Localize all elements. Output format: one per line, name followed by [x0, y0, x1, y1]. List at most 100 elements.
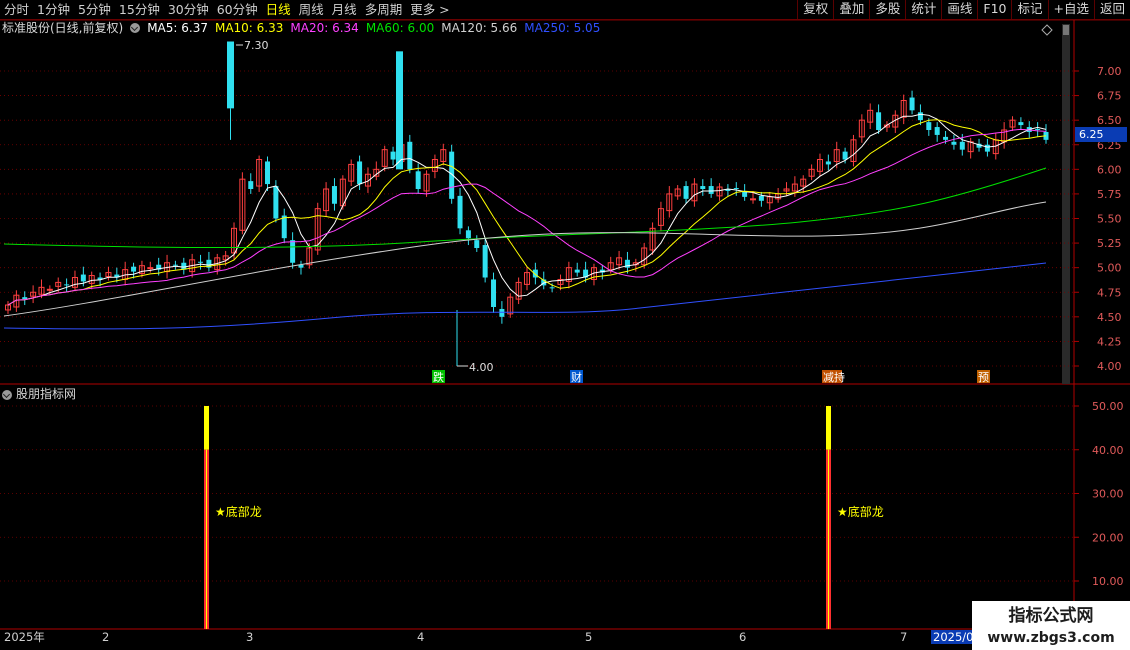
candle-body-down — [926, 122, 932, 130]
event-marker-label-0: 跌 — [433, 370, 444, 384]
y-axis-label-9: 4.75 — [1097, 286, 1122, 299]
candle-body-down — [80, 274, 86, 282]
watermark-logo: 指标公式网 www.zbgs3.com — [972, 601, 1130, 650]
candle-body-down — [248, 181, 254, 189]
y-axis-label-11: 4.25 — [1097, 335, 1122, 348]
candle-body-down — [984, 144, 990, 152]
candle-body-down — [1018, 122, 1024, 126]
candle-body-down — [683, 186, 689, 199]
ma-legend-item-1: MA10: 6.33 — [214, 21, 284, 35]
candle-body-down — [198, 261, 204, 263]
candle-body-down — [532, 269, 538, 278]
y-axis-label-2: 6.50 — [1097, 114, 1122, 127]
candle-body-down — [574, 269, 580, 273]
candle-body-up — [147, 267, 154, 270]
candle-body-down — [549, 287, 555, 289]
spike-candle-1 — [227, 41, 234, 109]
indicator-title: 股朋指标网 — [16, 387, 77, 401]
ma120-line — [3, 201, 1047, 317]
y-axis-label-7: 5.25 — [1097, 237, 1122, 250]
candle-body-down — [265, 161, 270, 185]
stock-title: 标准股份(日线,前复权) — [2, 21, 124, 35]
watermark-url: www.zbgs3.com — [987, 630, 1115, 646]
date-axis-label-1: 2 — [102, 630, 110, 644]
ind-y-label-0: 50.00 — [1092, 400, 1124, 413]
scroll-thumb — [1063, 25, 1069, 35]
ma-legend-item-0: MA5: 6.37 — [147, 21, 208, 35]
signal-bar-top-0 — [204, 406, 209, 450]
candle-body-down — [172, 264, 178, 266]
y-axis-label-1: 6.75 — [1097, 90, 1122, 103]
candle-body-down — [290, 240, 296, 263]
candle-body-down — [876, 112, 882, 130]
date-axis: 2025年 2 3 4 5 6 7 2025/07 — [0, 630, 1130, 644]
y-axis-label-6: 5.50 — [1097, 213, 1122, 226]
diamond-icon — [1041, 24, 1053, 36]
ma-values: MA5: 6.37 MA10: 6.33 MA20: 6.34 MA60: 6.00 M… — [147, 21, 607, 36]
right-scroll-strip — [1062, 24, 1070, 384]
candle-body-down — [758, 195, 764, 201]
candle-body-down — [390, 151, 396, 160]
candle-body-down — [357, 161, 363, 185]
high-label: 7.30 — [244, 39, 269, 52]
candle-body-down — [64, 284, 70, 286]
settings-circle-icon[interactable] — [130, 23, 141, 33]
candle-body-down — [491, 279, 497, 307]
date-axis-label-3: 4 — [417, 630, 425, 644]
candle-body-down — [934, 127, 940, 135]
candle-body-down — [733, 188, 739, 190]
date-axis-label-5: 6 — [739, 630, 747, 644]
current-price-tag: 6.25 — [1075, 127, 1127, 142]
ind-y-label-4: 10.00 — [1092, 575, 1124, 588]
indicator-settings-icon[interactable] — [2, 389, 12, 400]
indicator-title-bar: 股朋指标网 — [2, 387, 76, 402]
candle-body-down — [825, 161, 831, 165]
candle-body-down — [474, 240, 480, 248]
ma-legend-item-3: MA60: 6.00 — [365, 21, 435, 35]
watermark-title: 指标公式网 — [1008, 606, 1094, 626]
y-axis-label-10: 4.50 — [1097, 311, 1122, 324]
candle-body-down — [415, 171, 421, 189]
ind-y-label-2: 30.00 — [1092, 488, 1124, 501]
candle-body-down — [131, 266, 137, 272]
ma-legend: 标准股份(日线,前复权) MA5: 6.37 MA10: 6.33 MA20: 6.… — [2, 21, 614, 36]
y-axis-label-5: 5.75 — [1097, 188, 1122, 201]
candle-body-down — [917, 112, 923, 121]
candle-body-down — [482, 245, 488, 278]
candle-body-down — [331, 186, 337, 204]
date-axis-label-2: 3 — [246, 630, 254, 644]
signal-label-1: ★底部龙 — [837, 504, 884, 519]
event-marker-label-3: 预 — [978, 371, 989, 384]
y-axis-label-8: 5.00 — [1097, 262, 1122, 275]
ind-y-label-3: 20.00 — [1092, 531, 1124, 544]
candle-body-down — [22, 297, 28, 300]
signal-label-0: ★底部龙 — [215, 504, 262, 519]
candle-body-down — [499, 308, 505, 317]
candle-body-down — [909, 97, 915, 111]
spike-candle-2 — [396, 51, 403, 170]
ma-legend-item-5: MA250: 5.05 — [524, 21, 601, 35]
signal-bar-top-1 — [826, 406, 831, 450]
ma-legend-item-2: MA20: 6.34 — [290, 21, 359, 35]
date-axis-label-0: 2025年 — [4, 630, 45, 644]
candle-body-up — [46, 288, 53, 291]
date-axis-label-6: 7 — [900, 630, 908, 644]
candle-body-down — [708, 186, 714, 194]
candle-body-down — [951, 141, 957, 145]
ind-y-label-1: 40.00 — [1092, 444, 1124, 457]
event-marker-label-1: 财 — [571, 370, 582, 384]
candle-body-down — [700, 186, 706, 189]
y-axis-label-12: 4.00 — [1097, 360, 1122, 373]
low-label: 4.00 — [469, 361, 494, 374]
y-axis-label-4: 6.00 — [1097, 163, 1122, 176]
candle-body-down — [943, 136, 949, 140]
kline-chart[interactable]: 7.00 6.75 6.506.25 6.00 5.75 5.50 5.25 5.00 4.75… — [0, 0, 1130, 650]
candle-body-down — [407, 141, 413, 170]
candle-body-down — [281, 215, 287, 239]
date-axis-label-4: 5 — [585, 630, 593, 644]
candle-body-down — [842, 151, 848, 160]
candle-body-down — [273, 186, 279, 219]
event-marker-label-2: 减持 — [823, 370, 845, 384]
candle-body-down — [457, 195, 463, 229]
ma-legend-item-4: MA120: 5.66 — [441, 21, 518, 35]
